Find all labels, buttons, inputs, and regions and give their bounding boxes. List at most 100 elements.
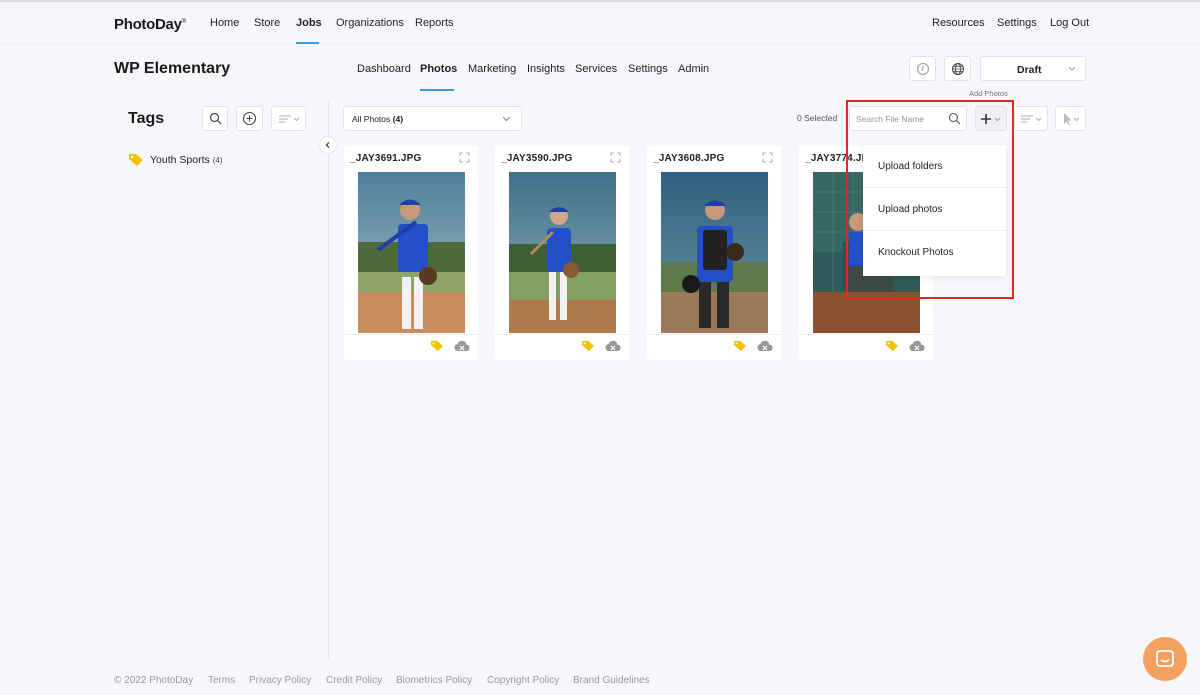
sort-icon — [1021, 115, 1042, 122]
job-status-select[interactable]: Draft — [980, 56, 1086, 81]
tab-admin[interactable]: Admin — [678, 63, 709, 75]
cursor-icon — [1063, 112, 1079, 125]
file-search-input[interactable] — [856, 112, 946, 126]
expand-icon[interactable] — [762, 152, 773, 163]
globe-button[interactable] — [944, 56, 971, 81]
tag-name: Youth Sports — [150, 154, 210, 166]
nav-home[interactable]: Home — [210, 17, 239, 29]
job-title: WP Elementary — [114, 60, 231, 77]
card-separator — [647, 334, 781, 335]
tab-settings[interactable]: Settings — [628, 63, 668, 75]
photo-image — [358, 172, 465, 333]
tags-title: Tags — [128, 110, 165, 127]
photo-filename: _JAY3691.JPG — [350, 153, 422, 164]
menu-upload-photos[interactable]: Upload photos — [863, 188, 1006, 231]
tag-icon[interactable] — [430, 340, 444, 352]
sort-icon — [278, 115, 299, 122]
history-button[interactable] — [909, 56, 936, 81]
photo-card[interactable]: _JAY3590.JPG — [495, 146, 629, 360]
photo-image — [661, 172, 768, 333]
sidebar-divider — [328, 100, 329, 660]
expand-icon[interactable] — [610, 152, 621, 163]
plus-icon — [981, 113, 1001, 124]
tag-icon[interactable] — [733, 340, 747, 352]
photo-filter-select[interactable]: All Photos (4) — [343, 106, 522, 131]
cloud-download-icon[interactable] — [909, 340, 925, 352]
globe-icon — [951, 62, 964, 75]
sidebar-tag-youth-sports[interactable]: Youth Sports (4) — [128, 153, 223, 167]
cloud-download-icon[interactable] — [454, 340, 470, 352]
nav-store[interactable]: Store — [254, 17, 280, 29]
photo-image — [509, 172, 616, 333]
tag-search-button[interactable] — [202, 106, 228, 131]
nav-reports[interactable]: Reports — [415, 17, 454, 29]
job-status-value: Draft — [1017, 64, 1042, 76]
card-separator — [495, 334, 629, 335]
photo-filename: _JAY3608.JPG — [653, 153, 725, 164]
menu-item-label: Upload folders — [878, 161, 943, 172]
photo-thumbnail[interactable] — [509, 172, 616, 333]
select-mode-button[interactable] — [1055, 106, 1086, 131]
tab-marketing[interactable]: Marketing — [468, 63, 516, 75]
tab-services[interactable]: Services — [575, 63, 617, 75]
filter-count: (4) — [392, 114, 404, 124]
brand-name: PhotoDay — [114, 16, 182, 33]
add-photos-dropdown: Upload folders Upload photos Knockout Ph… — [863, 145, 1006, 276]
cloud-download-icon[interactable] — [605, 340, 621, 352]
nav-jobs[interactable]: Jobs — [296, 17, 322, 29]
photo-thumbnail[interactable] — [661, 172, 768, 333]
tab-dashboard[interactable]: Dashboard — [357, 63, 411, 75]
tab-photos[interactable]: Photos — [420, 63, 457, 75]
photo-sort-button[interactable] — [1014, 106, 1048, 131]
footer-copyright: © 2022 PhotoDay — [114, 675, 194, 686]
collapse-sidebar-button[interactable] — [319, 136, 337, 154]
footer-brand-guidelines[interactable]: Brand Guidelines — [573, 675, 650, 686]
nav-logout[interactable]: Log Out — [1050, 17, 1089, 29]
photo-filename: _JAY3590.JPG — [501, 153, 573, 164]
chevron-down-icon — [1068, 66, 1076, 71]
brand-logo[interactable]: PhotoDay® — [114, 16, 186, 33]
footer-biometrics-policy[interactable]: Biometrics Policy — [396, 675, 472, 686]
menu-upload-folders[interactable]: Upload folders — [863, 145, 1006, 188]
menu-knockout-photos[interactable]: Knockout Photos — [863, 231, 1006, 274]
add-tag-button[interactable] — [236, 106, 263, 131]
top-navigation: PhotoDay® Home Store Jobs Organizations … — [0, 2, 1200, 44]
menu-item-label: Upload photos — [878, 204, 943, 215]
search-icon — [209, 112, 221, 125]
card-separator — [799, 334, 933, 335]
menu-item-label: Knockout Photos — [878, 247, 954, 258]
tag-count: (4) — [212, 155, 223, 165]
footer-credit-policy[interactable]: Credit Policy — [326, 675, 382, 686]
nav-active-indicator — [296, 42, 319, 44]
search-icon[interactable] — [948, 112, 961, 125]
tag-icon[interactable] — [885, 340, 899, 352]
nav-organizations[interactable]: Organizations — [336, 17, 404, 29]
tag-icon[interactable] — [581, 340, 595, 352]
chat-button[interactable] — [1143, 637, 1187, 681]
clock-icon — [916, 62, 929, 75]
tag-icon — [129, 154, 143, 166]
footer-privacy-policy[interactable]: Privacy Policy — [249, 675, 311, 686]
photo-thumbnail[interactable] — [358, 172, 465, 333]
photo-filter-value: All Photos (4) — [352, 114, 403, 124]
chevron-down-icon — [502, 116, 511, 122]
nav-settings[interactable]: Settings — [997, 17, 1037, 29]
photo-card[interactable]: _JAY3691.JPG — [344, 146, 478, 360]
tag-sort-button[interactable] — [271, 106, 306, 131]
footer-terms[interactable]: Terms — [208, 675, 235, 686]
tab-insights[interactable]: Insights — [527, 63, 565, 75]
chat-icon — [1156, 650, 1174, 667]
add-photos-button[interactable] — [975, 106, 1007, 131]
plus-circle-icon — [242, 111, 257, 126]
photo-card[interactable]: _JAY3608.JPG — [647, 146, 781, 360]
nav-resources[interactable]: Resources — [932, 17, 985, 29]
tab-active-indicator — [420, 89, 454, 91]
footer-copyright-policy[interactable]: Copyright Policy — [487, 675, 559, 686]
add-photos-tooltip: Add Photos — [969, 89, 1008, 98]
file-search-box — [849, 106, 967, 131]
selected-count: 0 Selected — [797, 113, 838, 123]
filter-label: All Photos — [352, 114, 391, 124]
expand-icon[interactable] — [459, 152, 470, 163]
chevron-left-icon — [325, 142, 330, 148]
cloud-download-icon[interactable] — [757, 340, 773, 352]
